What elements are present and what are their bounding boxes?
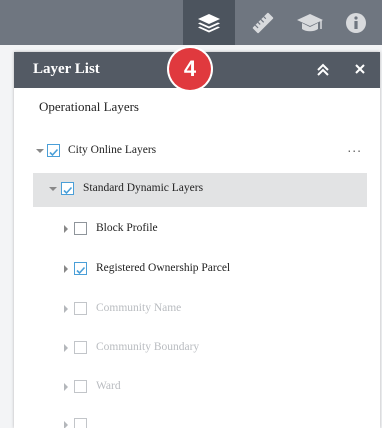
layers-icon xyxy=(198,13,220,32)
layer-label: Registered Ownership Parcel xyxy=(96,262,231,274)
step-badge: 4 xyxy=(169,48,211,90)
measurement-button[interactable] xyxy=(237,0,289,45)
layer-label: Block Profile xyxy=(96,222,158,234)
double-chevron-up-icon[interactable] xyxy=(316,62,330,81)
layer-row-community-name[interactable]: Community Name xyxy=(14,293,380,327)
caret-right-icon[interactable] xyxy=(62,225,70,233)
caret-right-icon[interactable] xyxy=(62,305,70,313)
caret-down-icon[interactable] xyxy=(49,185,57,193)
layer-label: Standard Dynamic Layers xyxy=(83,182,204,194)
layer-checkbox[interactable] xyxy=(61,182,74,195)
layer-row-ward[interactable]: Ward xyxy=(14,371,380,405)
layer-checkbox[interactable] xyxy=(74,418,87,428)
info-icon xyxy=(346,12,366,33)
layer-row-community-boundary[interactable]: Community Boundary xyxy=(14,332,380,366)
layer-row-block-profile[interactable]: Block Profile xyxy=(14,213,380,247)
ruler-icon xyxy=(252,12,274,33)
layer-checkbox[interactable] xyxy=(74,222,87,235)
layer-checkbox[interactable] xyxy=(74,380,87,393)
section-title: Operational Layers xyxy=(39,99,139,114)
basemap-button[interactable] xyxy=(284,0,336,45)
layer-row-city-online-layers[interactable]: City Online Layers ... xyxy=(14,135,380,169)
layer-checkbox[interactable] xyxy=(74,262,87,275)
layer-label: Community Name xyxy=(96,302,182,314)
layer-row-registered-ownership-parcel[interactable]: Registered Ownership Parcel xyxy=(14,253,380,287)
layer-label: Ward xyxy=(96,380,121,392)
widget-toolbar xyxy=(0,0,382,45)
close-icon[interactable] xyxy=(354,62,366,80)
mortarboard-icon xyxy=(297,13,323,31)
layer-list-button[interactable] xyxy=(183,0,235,45)
panel-title: Layer List xyxy=(33,61,100,77)
layer-label: Community Boundary xyxy=(96,341,200,353)
layer-list-panel: Layer List Operational Layers City Onlin… xyxy=(14,52,380,428)
layer-label: City Online Layers xyxy=(68,144,157,156)
caret-right-icon[interactable] xyxy=(62,421,70,428)
caret-right-icon[interactable] xyxy=(62,383,70,391)
layer-row-standard-dynamic-layers[interactable]: Standard Dynamic Layers xyxy=(33,173,367,207)
caret-right-icon[interactable] xyxy=(62,344,70,352)
layer-row-partial[interactable] xyxy=(14,409,380,428)
layer-checkbox[interactable] xyxy=(74,302,87,315)
layer-checkbox[interactable] xyxy=(74,341,87,354)
about-button[interactable] xyxy=(330,0,382,45)
caret-right-icon[interactable] xyxy=(62,265,70,273)
layer-checkbox[interactable] xyxy=(47,144,60,157)
caret-down-icon[interactable] xyxy=(36,147,44,155)
more-options-icon[interactable]: ... xyxy=(347,139,362,155)
